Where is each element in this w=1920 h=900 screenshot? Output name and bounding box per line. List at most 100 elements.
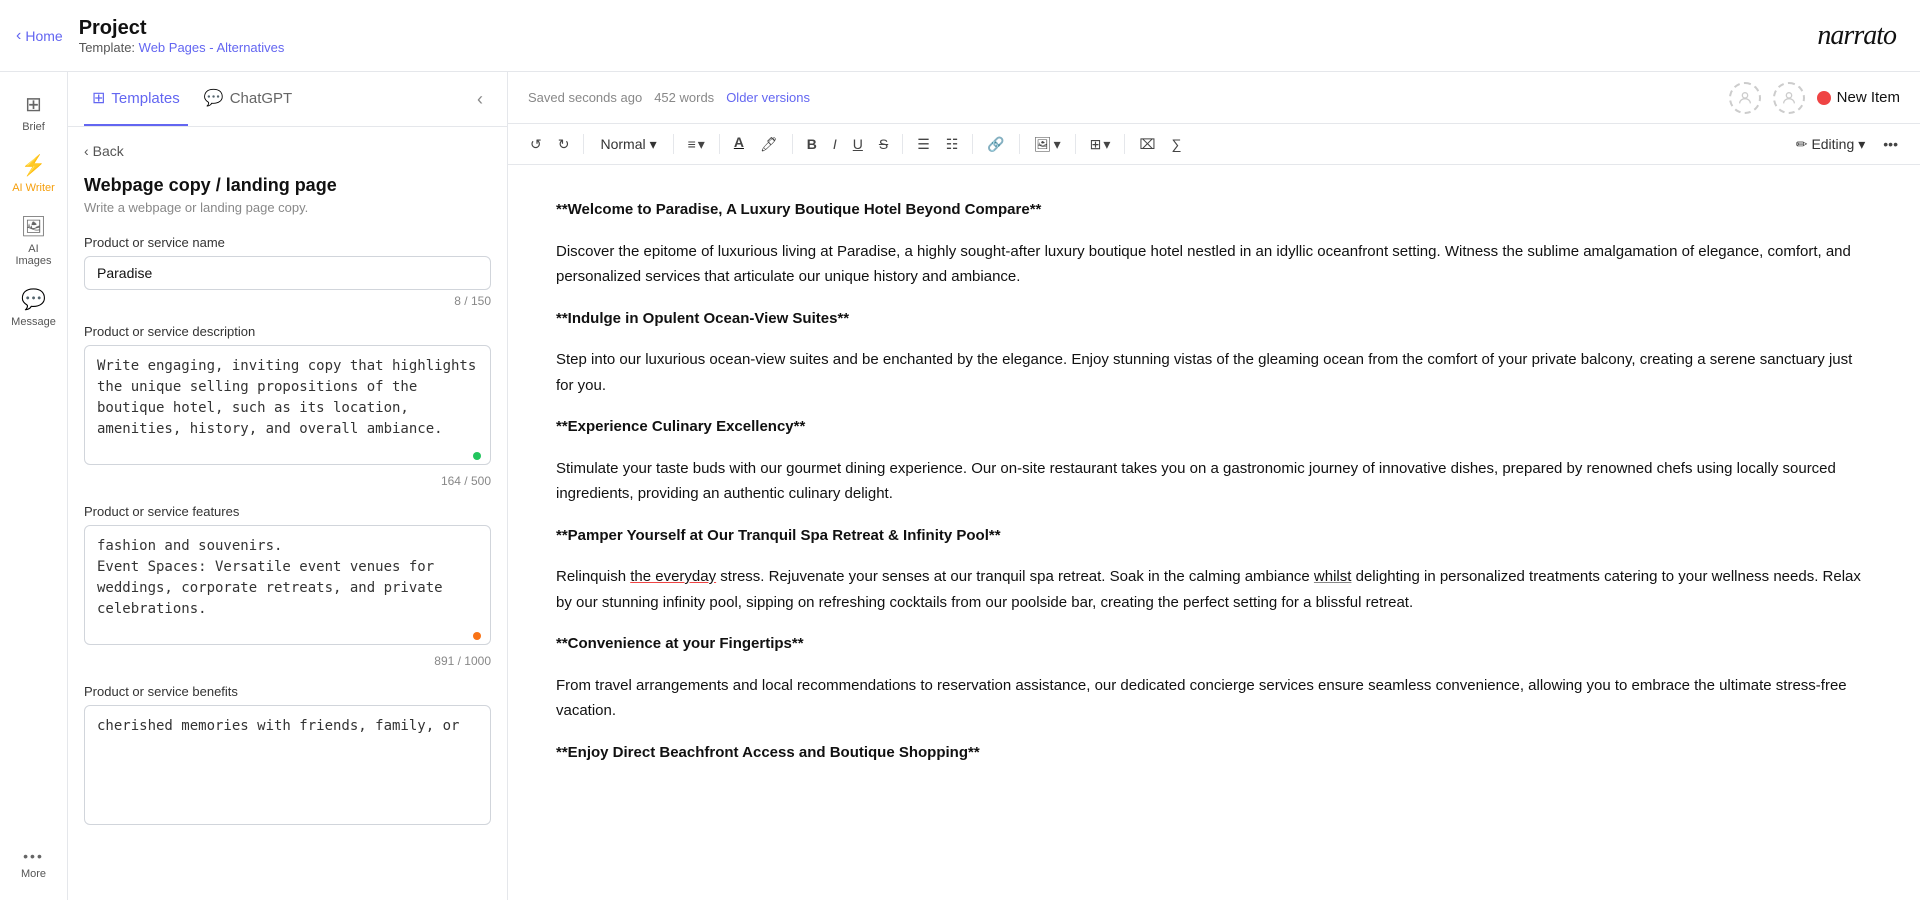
panel-content: ‹ Back Webpage copy / landing page Write… (68, 127, 507, 900)
message-icon: 💬 (21, 287, 46, 312)
product-features-counter: 891 / 1000 (84, 654, 491, 668)
clear-format-icon: ⌧ (1139, 136, 1155, 153)
editor-topbar-right: New Item (1729, 82, 1900, 114)
project-subtitle: Template: Web Pages - Alternatives (79, 40, 285, 55)
new-item-button[interactable]: New Item (1817, 89, 1900, 106)
sidebar-label-message: Message (11, 316, 56, 328)
bold-icon: B (807, 136, 817, 152)
undo-button[interactable]: ↺ (524, 132, 548, 157)
tab-templates[interactable]: ⊞ Templates (84, 72, 188, 126)
top-bar-left: Home Project Template: Web Pages - Alter… (16, 17, 284, 55)
editor-meta: Saved seconds ago 452 words Older versio… (528, 90, 810, 105)
new-item-dot (1817, 91, 1831, 105)
editor-toolbar: ↺ ↻ Normal ▾ ≡ ▾ A 🖊 B I (508, 124, 1920, 165)
templates-tab-label: Templates (111, 90, 179, 107)
product-name-input[interactable] (84, 256, 491, 290)
highlight-icon: 🖊 (760, 136, 778, 153)
format-dropdown[interactable]: Normal ▾ (592, 132, 664, 157)
more-options-button[interactable]: ••• (1877, 132, 1904, 156)
sidebar-label-aiimages: AI Images (10, 243, 58, 267)
bold-button[interactable]: B (801, 132, 823, 156)
sidebar-item-brief[interactable]: ⊞ Brief (4, 84, 64, 141)
content-section2-body: Stimulate your taste buds with our gourm… (556, 456, 1872, 507)
chatgpt-tab-label: ChatGPT (230, 90, 293, 107)
content-section3-body: Relinquish the everyday stress. Rejuvena… (556, 564, 1872, 615)
avatar-2 (1773, 82, 1805, 114)
brief-icon: ⊞ (25, 92, 42, 117)
align-button[interactable]: ≡ ▾ (682, 132, 711, 157)
chatgpt-tab-icon: 💬 (204, 88, 224, 108)
content-section1-body: Step into our luxurious ocean-view suite… (556, 347, 1872, 398)
project-title: Project (79, 17, 285, 40)
field-group-product-desc: Product or service description Write eng… (84, 324, 491, 488)
table-button[interactable]: ⊞ ▾ (1084, 132, 1117, 157)
image-icon: 🖼 (1034, 136, 1052, 153)
main-layout: ⊞ Brief ⚡ AI Writer 🖼 AI Images 💬 Messag… (0, 72, 1920, 900)
toolbar-sep-3 (719, 134, 720, 154)
features-status-dot (473, 632, 481, 640)
image-button[interactable]: 🖼 ▾ (1028, 132, 1067, 157)
avatar-1 (1729, 82, 1761, 114)
sidebar-item-aiwriter[interactable]: ⚡ AI Writer (4, 145, 64, 202)
content-section3-heading: **Pamper Yourself at Our Tranquil Spa Re… (556, 523, 1872, 549)
ordered-list-button[interactable]: ☷ (940, 132, 965, 157)
sidebar-item-more[interactable]: ••• More (4, 840, 64, 888)
editor-content[interactable]: **Welcome to Paradise, A Luxury Boutique… (508, 165, 1920, 900)
ordered-list-icon: ☷ (946, 136, 959, 153)
product-benefits-textarea[interactable]: cherished memories with friends, family,… (84, 705, 491, 825)
sidebar-item-message[interactable]: 💬 Message (4, 279, 64, 336)
panel-tabs: ⊞ Templates 💬 ChatGPT ‹ (68, 72, 507, 127)
highlight-button[interactable]: 🖊 (754, 132, 784, 157)
strikethrough-icon: S (879, 136, 888, 152)
product-desc-counter: 164 / 500 (84, 474, 491, 488)
strikethrough-button[interactable]: S (873, 132, 894, 156)
toolbar-sep-7 (1019, 134, 1020, 154)
toolbar-sep-8 (1075, 134, 1076, 154)
product-benefits-label: Product or service benefits (84, 684, 491, 699)
redo-button[interactable]: ↻ (552, 132, 576, 157)
italic-button[interactable]: I (827, 132, 843, 156)
sidebar-item-aiimages[interactable]: 🖼 AI Images (4, 206, 64, 275)
product-features-label: Product or service features (84, 504, 491, 519)
content-section1-heading: **Indulge in Opulent Ocean-View Suites** (556, 306, 1872, 332)
field-group-product-benefits: Product or service benefits cherished me… (84, 684, 491, 830)
align-icon: ≡ (688, 136, 696, 152)
align-chevron-icon: ▾ (698, 136, 705, 153)
editing-pencil-icon: ✏ (1796, 136, 1808, 153)
project-info: Project Template: Web Pages - Alternativ… (79, 17, 285, 55)
image-chevron-icon: ▾ (1054, 136, 1061, 153)
word-count: 452 words (654, 90, 714, 105)
saved-status: Saved seconds ago (528, 90, 642, 105)
table-icon: ⊞ (1090, 136, 1102, 153)
clear-format-button[interactable]: ⌧ (1133, 132, 1161, 157)
toolbar-sep-9 (1124, 134, 1125, 154)
table-chevron-icon: ▾ (1103, 136, 1110, 153)
font-color-button[interactable]: A (728, 130, 750, 158)
toolbar-sep-1 (583, 134, 584, 154)
editing-label: Editing (1811, 136, 1854, 152)
link-button[interactable]: 🔗 (981, 132, 1010, 157)
home-link[interactable]: Home (16, 27, 63, 45)
bullet-list-button[interactable]: ☰ (911, 132, 936, 157)
more-icon: ••• (23, 848, 44, 864)
sidebar-label-brief: Brief (22, 121, 45, 133)
aiimages-icon: 🖼 (21, 214, 46, 239)
templates-tab-icon: ⊞ (92, 88, 105, 108)
product-desc-label: Product or service description (84, 324, 491, 339)
collapse-panel-button[interactable]: ‹ (469, 85, 491, 114)
template-link[interactable]: Web Pages - Alternatives (139, 40, 285, 55)
underline-button[interactable]: U (847, 132, 869, 156)
editing-dropdown[interactable]: ✏ Editing ▾ (1788, 132, 1874, 157)
back-button[interactable]: ‹ Back (84, 143, 124, 159)
format-dropdown-label: Normal (600, 136, 645, 152)
older-versions-link[interactable]: Older versions (726, 90, 810, 105)
tab-chatgpt[interactable]: 💬 ChatGPT (196, 72, 300, 126)
toolbar-sep-5 (902, 134, 903, 154)
section-desc: Write a webpage or landing page copy. (84, 200, 491, 215)
formula-button[interactable]: ∑ (1166, 132, 1188, 156)
section-title: Webpage copy / landing page (84, 175, 491, 196)
product-features-textarea[interactable]: fashion and souvenirs. Event Spaces: Ver… (84, 525, 491, 645)
content-section4-body: From travel arrangements and local recom… (556, 673, 1872, 724)
product-desc-textarea[interactable]: Write engaging, inviting copy that highl… (84, 345, 491, 465)
field-group-product-features: Product or service features fashion and … (84, 504, 491, 668)
